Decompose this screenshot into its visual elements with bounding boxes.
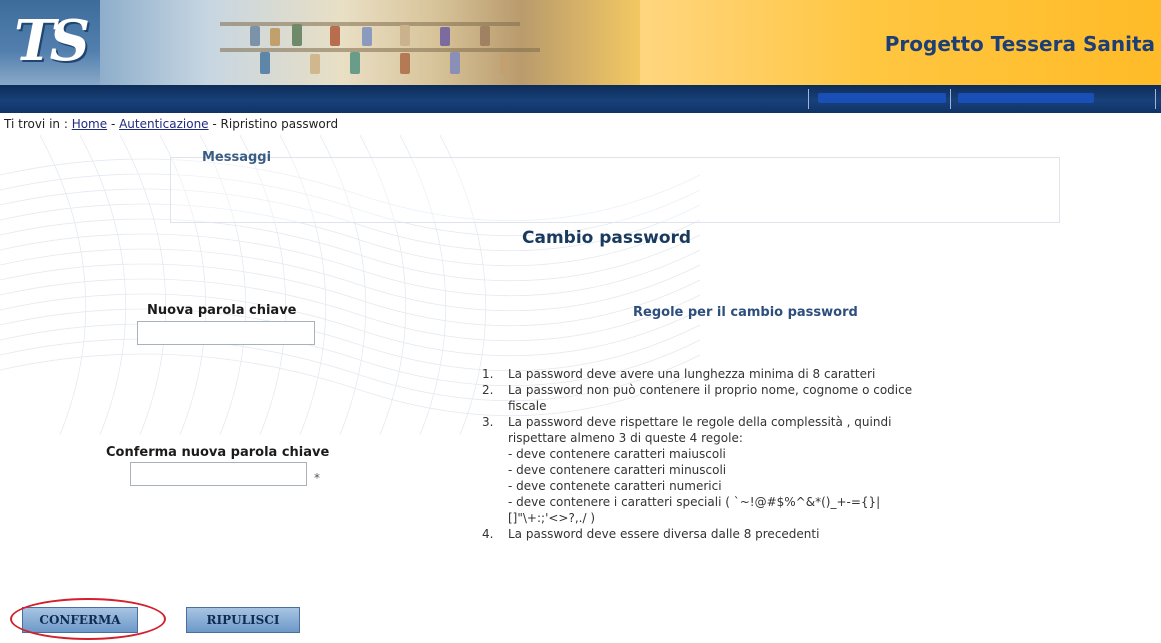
nav-separator	[950, 89, 951, 109]
rule-item: 2. La password non può contenere il propr…	[482, 382, 1002, 414]
new-password-input[interactable]	[137, 321, 315, 345]
header-photo-banner	[100, 0, 640, 85]
breadcrumb-prefix: Ti trovi in :	[4, 117, 72, 131]
breadcrumb-separator: -	[107, 117, 120, 131]
ts-logo-text: TS	[14, 8, 90, 74]
rule-line: - deve contenete caratteri numerici	[508, 479, 722, 493]
ts-logo: TS	[0, 0, 100, 85]
rule-line: []"\+:;'<>?,./ )	[508, 511, 596, 525]
rule-item: 3. La password deve rispettare le regole …	[482, 414, 1002, 526]
site-title: Progetto Tessera Sanita	[884, 32, 1155, 56]
password-rules-list: 1. La password deve avere una lunghezza m…	[482, 366, 1002, 542]
nav-separator	[1155, 89, 1156, 109]
confirm-button[interactable]: CONFERMA	[22, 607, 138, 633]
nav-link-2[interactable]	[958, 93, 1094, 103]
breadcrumb: Ti trovi in : Home - Autenticazione - Ri…	[4, 117, 338, 131]
required-mark: *	[314, 471, 320, 485]
confirm-password-label: Conferma nuova parola chiave	[106, 445, 330, 460]
rule-number: 2.	[482, 383, 494, 397]
rule-item: 1. La password deve avere una lunghezza m…	[482, 366, 1002, 382]
page-header: TS Progetto Tessera Sanita	[0, 0, 1161, 85]
page-title: Cambio password	[522, 228, 692, 248]
confirm-password-input[interactable]	[130, 462, 307, 486]
rule-number: 3.	[482, 415, 494, 429]
rule-line: La password deve essere diversa dalle 8 …	[508, 527, 820, 541]
breadcrumb-auth-link[interactable]: Autenticazione	[119, 117, 208, 131]
rule-line: - deve contenere i caratteri speciali ( …	[508, 495, 881, 509]
rule-line: fiscale	[508, 399, 547, 413]
rule-line: rispettare almeno 3 di queste 4 regole:	[508, 431, 743, 445]
breadcrumb-separator: -	[208, 117, 221, 131]
rule-line: La password non può contenere il proprio…	[508, 383, 913, 397]
breadcrumb-home-link[interactable]: Home	[72, 117, 107, 131]
breadcrumb-current: Ripristino password	[220, 117, 339, 131]
rule-line: - deve contenere caratteri minuscoli	[508, 463, 727, 477]
rule-line: La password deve avere una lunghezza min…	[508, 367, 876, 381]
messages-label: Messaggi	[202, 150, 272, 165]
clear-button[interactable]: RIPULISCI	[186, 607, 300, 633]
nav-separator	[808, 89, 809, 109]
rule-number: 1.	[482, 367, 494, 381]
new-password-label: Nuova parola chiave	[147, 303, 297, 318]
rule-line: - deve contenere caratteri maiuscoli	[508, 447, 726, 461]
nav-link-1[interactable]	[818, 93, 946, 103]
messages-box	[170, 157, 1060, 223]
top-nav-bar	[0, 85, 1161, 113]
rule-item: 4. La password deve essere diversa dalle …	[482, 526, 1002, 542]
rule-line: La password deve rispettare le regole de…	[508, 415, 892, 429]
rules-title: Regole per il cambio password	[633, 305, 858, 320]
rule-number: 4.	[482, 527, 494, 541]
